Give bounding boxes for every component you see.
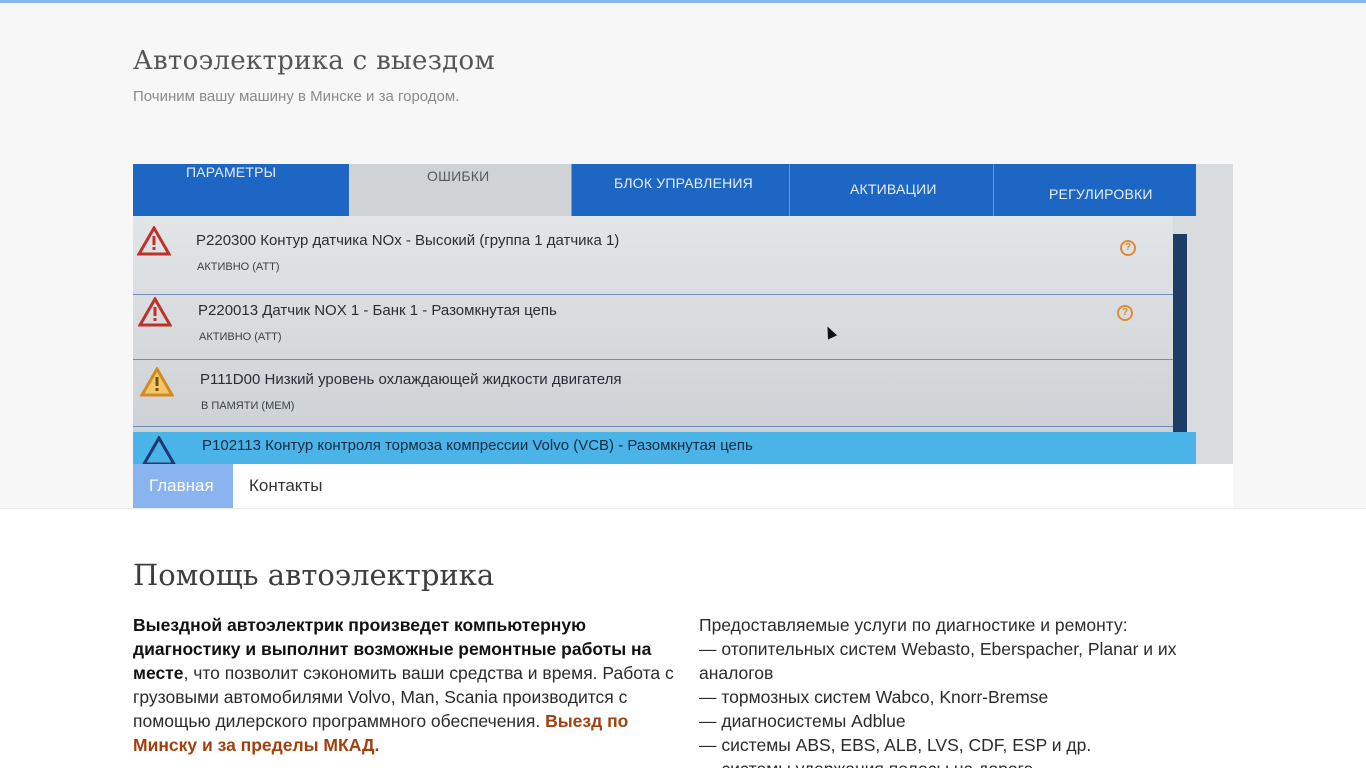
services-column: Предоставляемые услуги по диагностике и … (699, 613, 1233, 768)
banner-error-title: P220013 Датчик NOX 1 - Банк 1 - Разомкну… (198, 302, 557, 319)
help-icon: ? (1120, 240, 1136, 256)
banner-tab-activations: АКТИВАЦИИ (850, 181, 937, 197)
banner-tab-errors: ОШИБКИ (427, 168, 490, 184)
banner-error-status: АКТИВНО (ATT) (199, 331, 282, 343)
site-title[interactable]: Автоэлектрика с выездом (133, 46, 495, 76)
banner-tab-divider (993, 164, 994, 216)
warning-icon (138, 297, 172, 327)
nav-item-home[interactable]: Главная (133, 464, 233, 508)
services-list-item: — отопительных систем Webasto, Eberspach… (699, 639, 1177, 683)
services-list-item: — диагносистемы Adblue (699, 711, 906, 731)
banner-tab-parameters: ПАРАМЕТРЫ (186, 164, 277, 180)
banner-row-separator (133, 359, 1173, 360)
banner-tab-divider (349, 164, 350, 216)
services-list-item: — тормозных систем Wabco, Knorr-Bremse (699, 687, 1049, 707)
services-heading: Предоставляемые услуги по диагностике и … (699, 615, 1128, 635)
banner-row-separator (133, 426, 1173, 427)
banner-error-title: P102113 Контур контроля тормоза компресс… (202, 437, 753, 454)
warning-icon (137, 226, 171, 256)
banner-tab-divider (789, 164, 790, 216)
banner-error-title: P220300 Контур датчика NOx - Высокий (гр… (196, 232, 620, 249)
intro-column: Выездной автоэлектрик произведет компьют… (133, 613, 678, 757)
nav-divider (0, 508, 1366, 509)
banner-highlighted-row: P102113 Контур контроля тормоза компресс… (133, 432, 1196, 464)
banner-error-status: В ПАМЯТИ (MEM) (201, 400, 295, 412)
help-icon: ? (1117, 305, 1133, 321)
warning-icon (142, 436, 176, 464)
services-list-item: — системы удержания полосы на дороге (699, 757, 1233, 768)
banner-tab-control-unit: БЛОК УПРАВЛЕНИЯ (614, 175, 753, 191)
header-banner-image: ПАРАМЕТРЫ ОШИБКИ БЛОК УПРАВЛЕНИЯ АКТИВАЦ… (133, 164, 1233, 464)
services-list-item: — системы ABS, EBS, ALB, LVS, CDF, ESP и… (699, 735, 1092, 755)
banner-error-status: АКТИВНО (ATT) (197, 261, 280, 273)
main-navigation: Главная Контакты (133, 464, 1233, 508)
nav-item-contacts[interactable]: Контакты (233, 464, 338, 508)
warning-icon (140, 367, 174, 397)
page-title: Помощь автоэлектрика (133, 558, 495, 592)
banner-row-separator (133, 294, 1173, 295)
banner-error-title: P111D00 Низкий уровень охлаждающей жидко… (200, 371, 622, 388)
site-description: Починим вашу машину в Минске и за городо… (133, 88, 460, 105)
banner-tab-adjustments: РЕГУЛИРОВКИ (1049, 186, 1153, 202)
banner-tab-divider (571, 164, 572, 216)
banner-scrollbar (1173, 234, 1187, 464)
